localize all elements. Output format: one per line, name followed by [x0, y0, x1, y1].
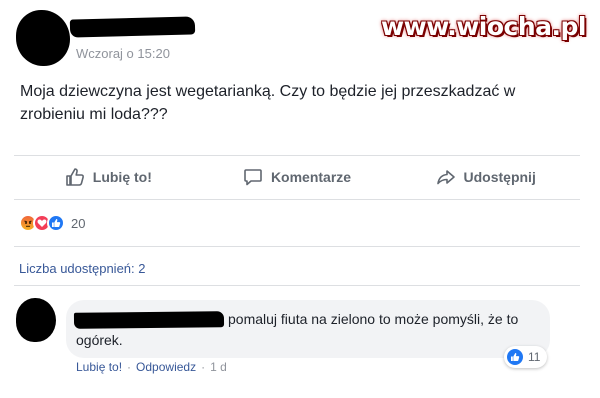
reaction-count: 20 [71, 215, 86, 231]
speech-bubble-icon [243, 167, 263, 187]
separator: · [127, 360, 132, 374]
thumbs-up-icon [47, 214, 65, 232]
comment-label: Komentarze [270, 169, 352, 185]
site-watermark: www.wiocha.pl [381, 12, 586, 41]
separator: · [201, 360, 206, 374]
divider [14, 285, 580, 286]
post-text: Moja dziewczyna jest wegetarianką. Czy t… [20, 83, 516, 123]
share-label: Udostępnij [463, 169, 536, 185]
thumbs-up-icon [507, 349, 523, 365]
divider [14, 246, 580, 247]
redacted-commenter-name [73, 311, 225, 329]
redacted-author-name [69, 16, 196, 38]
post-timestamp[interactable]: Wczoraj o 15:20 [76, 46, 170, 61]
redacted-avatar [16, 10, 70, 66]
comment-reaction-count: 11 [528, 350, 541, 364]
reaction-summary[interactable]: 20 [19, 214, 85, 232]
facebook-post-card: Wczoraj o 15:20 www.wiocha.pl Moja dziew… [0, 0, 600, 398]
share-button[interactable]: Udostępnij [391, 167, 580, 187]
divider [14, 199, 580, 200]
like-button[interactable]: Lubię to! [14, 167, 203, 187]
like-label: Lubię to! [92, 169, 152, 185]
comment-reaction-badge[interactable]: 11 [504, 346, 548, 368]
comment-reply-link[interactable]: Odpowiedz [136, 360, 196, 374]
share-arrow-icon [436, 167, 456, 187]
redacted-comment-avatar [16, 298, 56, 342]
post-action-bar: Lubię to! Komentarze Udostępnij [14, 156, 580, 198]
shares-count-link[interactable]: Liczba udostępnień: 2 [19, 261, 145, 276]
comment-actions: Lubię to! · Odpowiedz · 1 d [76, 360, 227, 374]
comment-time[interactable]: 1 d [210, 360, 227, 374]
comment-like-link[interactable]: Lubię to! [76, 360, 122, 374]
comment-button[interactable]: Komentarze [203, 167, 392, 187]
thumbs-up-icon [65, 167, 85, 187]
